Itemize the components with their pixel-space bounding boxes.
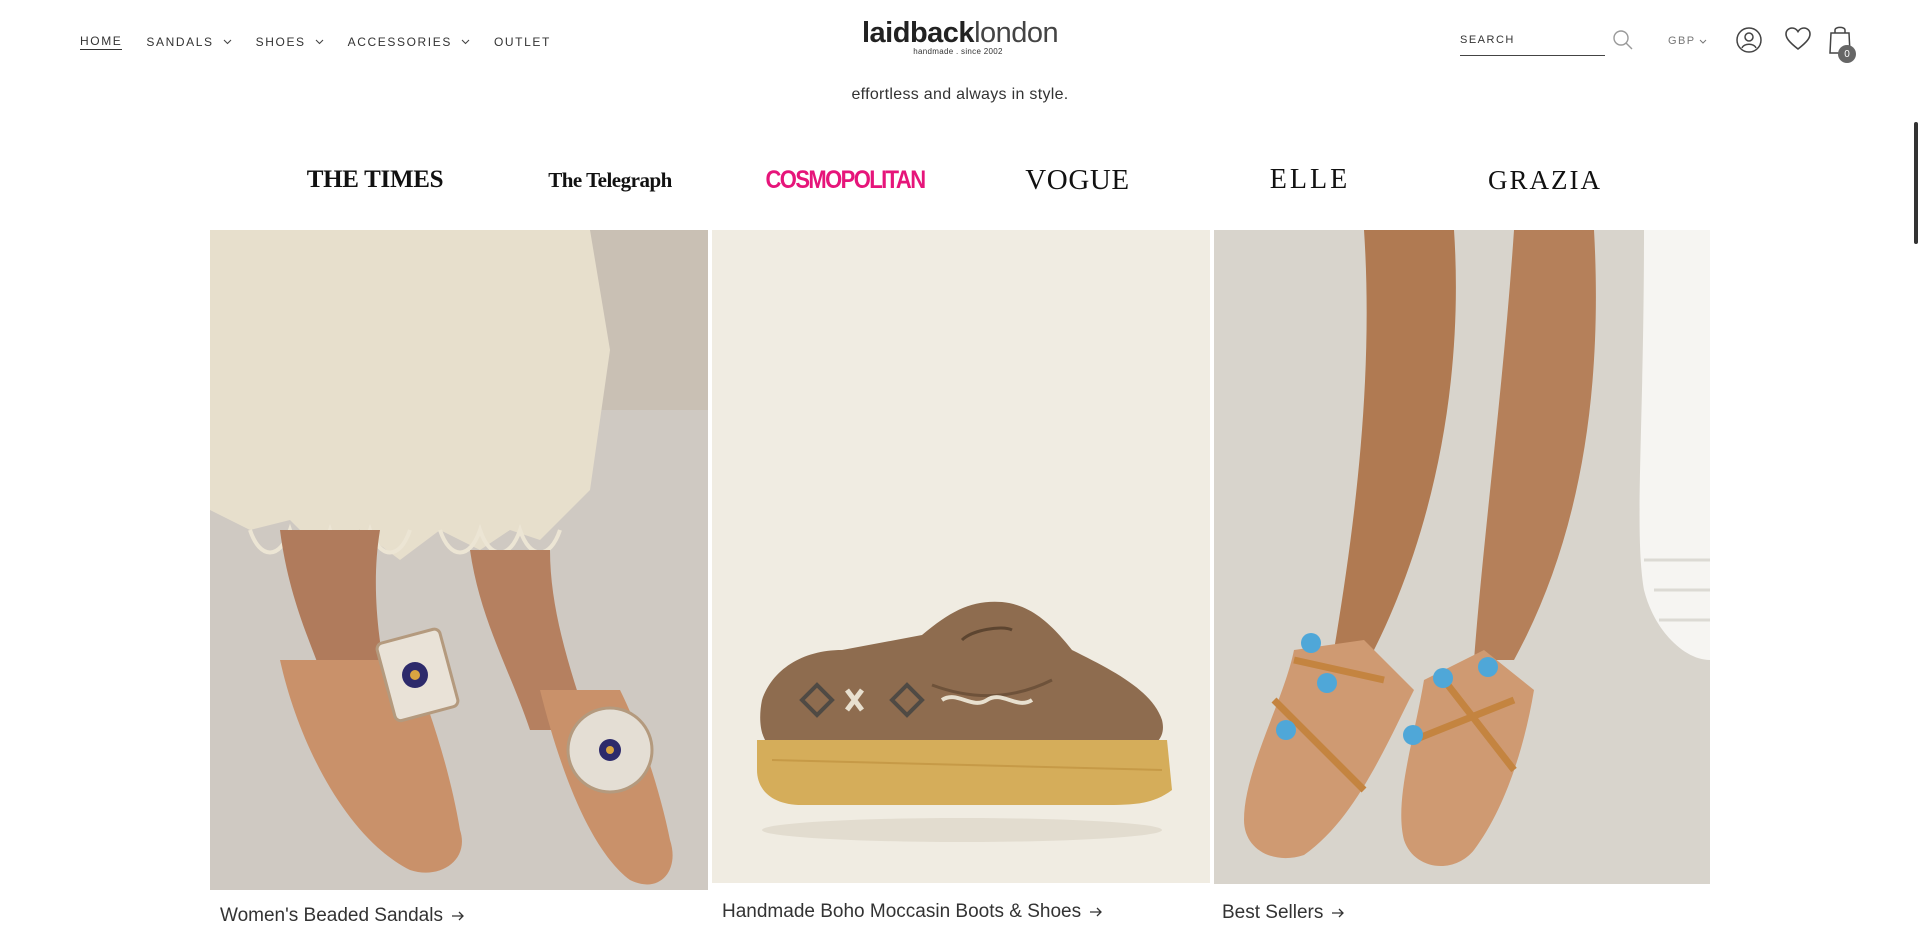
arrow-right-icon bbox=[451, 911, 465, 921]
cart-count-badge: 0 bbox=[1838, 45, 1856, 63]
chevron-down-icon bbox=[1699, 39, 1707, 44]
wishlist-icon[interactable] bbox=[1784, 26, 1812, 52]
chevron-down-icon bbox=[223, 39, 232, 45]
logo-bold: laidback bbox=[862, 17, 975, 49]
main-nav: HOME SANDALS SHOES ACCESSORIES OUTLET bbox=[80, 34, 575, 50]
caption-best-sellers-label: Best Sellers bbox=[1222, 902, 1324, 923]
category-tile-beaded-sandals[interactable] bbox=[210, 230, 708, 890]
search-icon[interactable] bbox=[1612, 29, 1634, 51]
intro-tagline: effortless and always in style. bbox=[851, 86, 1069, 103]
nav-home[interactable]: HOME bbox=[80, 34, 123, 50]
nav-sandals-label: SANDALS bbox=[146, 35, 214, 49]
press-logo-cosmopolitan: COSMOPOLITAN bbox=[765, 165, 926, 194]
caption-best-sellers[interactable]: Best Sellers bbox=[1222, 902, 1345, 924]
logo-light: london bbox=[974, 17, 1059, 49]
currency-selector[interactable]: GBP bbox=[1668, 35, 1707, 47]
caption-beaded-sandals[interactable]: Women's Beaded Sandals bbox=[220, 905, 465, 927]
nav-shoes-label: SHOES bbox=[255, 35, 306, 49]
site-logo[interactable]: laidbacklondon handmade . since 2002 bbox=[862, 17, 1059, 56]
currency-label: GBP bbox=[1668, 35, 1696, 47]
site-header: HOME SANDALS SHOES ACCESSORIES OUTLET la… bbox=[0, 0, 1920, 80]
nav-outlet[interactable]: OUTLET bbox=[494, 35, 551, 49]
search-bar bbox=[1460, 29, 1605, 56]
nav-shoes[interactable]: SHOES bbox=[256, 35, 324, 49]
caption-beaded-sandals-label: Women's Beaded Sandals bbox=[220, 905, 443, 926]
scrollbar-thumb[interactable] bbox=[1914, 122, 1918, 244]
logo-wordmark: laidbacklondon bbox=[862, 17, 1059, 49]
nav-home-label: HOME bbox=[80, 34, 123, 50]
caption-moccasin[interactable]: Handmade Boho Moccasin Boots & Shoes bbox=[722, 901, 1103, 923]
moccasin-shoe-image bbox=[712, 230, 1210, 883]
chevron-down-icon bbox=[315, 39, 324, 45]
press-logo-vogue: VOGUE bbox=[1025, 163, 1130, 196]
nav-accessories[interactable]: ACCESSORIES bbox=[348, 35, 470, 49]
beaded-sandals-image bbox=[210, 230, 708, 890]
press-logo-elle: ELLE bbox=[1269, 164, 1351, 195]
category-tile-best-sellers[interactable] bbox=[1214, 230, 1710, 884]
press-logo-grazia: GRAZIA bbox=[1488, 164, 1602, 195]
caption-moccasin-label: Handmade Boho Moccasin Boots & Shoes bbox=[722, 901, 1082, 922]
press-logo-telegraph: The Telegraph bbox=[548, 167, 672, 192]
category-tile-moccasin[interactable] bbox=[712, 230, 1210, 883]
best-sellers-image bbox=[1214, 230, 1710, 884]
nav-accessories-label: ACCESSORIES bbox=[347, 35, 452, 49]
search-input[interactable] bbox=[1460, 29, 1600, 51]
chevron-down-icon bbox=[461, 39, 470, 45]
account-icon[interactable] bbox=[1735, 26, 1763, 54]
arrow-right-icon bbox=[1089, 907, 1103, 917]
press-logo-times: THE TIMES bbox=[306, 166, 444, 193]
nav-sandals[interactable]: SANDALS bbox=[146, 35, 232, 49]
nav-outlet-label: OUTLET bbox=[493, 35, 551, 49]
arrow-right-icon bbox=[1331, 908, 1345, 918]
